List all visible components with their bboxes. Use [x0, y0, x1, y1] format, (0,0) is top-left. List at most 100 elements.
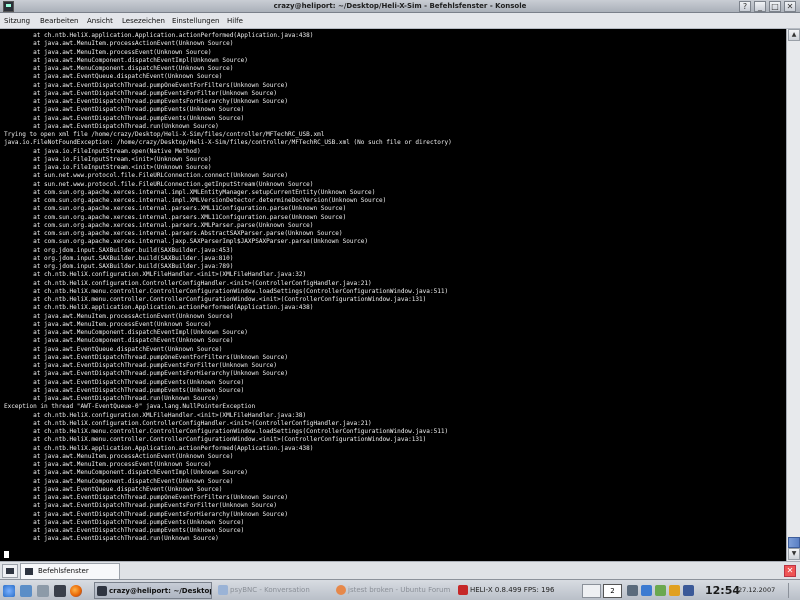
menu-sitzung[interactable]: Sitzung [4, 13, 30, 29]
terminal-line: at java.awt.EventDispatchThread.pumpEven… [4, 518, 245, 526]
desktop-icon[interactable] [20, 585, 32, 597]
terminal-line: at java.awt.EventDispatchThread.pumpOneE… [4, 353, 288, 361]
terminal-line: at java.awt.MenuComponent.dispatchEventI… [4, 469, 248, 477]
terminal-line: at sun.net.www.protocol.file.FileURLConn… [4, 172, 288, 180]
terminal-line: at ch.ntb.HeliX.menu.controller.Controll… [4, 296, 427, 303]
tab-befehlsfenster[interactable]: Befehlsfenster [20, 563, 120, 579]
clock-date[interactable]: 27.12.2007 [738, 581, 775, 600]
terminal-line: at sun.net.www.protocol.file.FileURLConn… [4, 180, 314, 188]
menu-lesezeichen[interactable]: Lesezeichen [122, 13, 165, 29]
terminal-line: at com.sun.org.apache.xerces.internal.pa… [4, 221, 314, 229]
terminal-line: at java.awt.MenuItem.processActionEvent(… [4, 40, 234, 48]
terminal-line: at java.awt.MenuItem.processEvent(Unknow… [4, 320, 212, 328]
taskbar-handle[interactable] [788, 583, 798, 598]
terminal-line: at ch.ntb.HeliX.menu.controller.Controll… [4, 428, 449, 435]
desktop-2[interactable]: 2 [603, 584, 622, 598]
terminal-line: at ch.ntb.HeliX.configuration.XMLFileHan… [4, 411, 307, 419]
terminal-lines: at ch.ntb.HeliX.application.Application.… [0, 29, 786, 544]
terminal-line: at java.awt.MenuComponent.dispatchEvent(… [4, 65, 234, 72]
task-label: HELI-X 0.8.499 FPS: 196 [470, 586, 555, 594]
konsole-launcher-icon[interactable] [54, 585, 66, 597]
terminal-line: at java.awt.EventQueue.dispatchEvent(Unk… [4, 485, 223, 493]
terminal-line: at java.awt.MenuComponent.dispatchEvent(… [4, 477, 234, 485]
chat-icon [218, 585, 228, 595]
terminal-line: at java.awt.EventDispatchThread.pumpEven… [4, 89, 278, 97]
terminal-line: java.io.FileNotFoundException: /home/cra… [4, 139, 452, 147]
terminal-line: at org.jdom.input.SAXBuilder.build(SAXBu… [4, 263, 234, 270]
system-tray [625, 582, 697, 599]
terminal-line: at org.jdom.input.SAXBuilder.build(SAXBu… [4, 254, 234, 262]
terminal-line: at java.awt.EventDispatchThread.pumpOneE… [4, 494, 288, 501]
terminal-line: at ch.ntb.HeliX.application.Application.… [4, 444, 314, 452]
menu-bearbeiten[interactable]: Bearbeiten [40, 13, 78, 29]
task-konversation[interactable]: psyBNC - Konversation [216, 582, 334, 599]
browser-icon [336, 585, 346, 595]
task-label: psyBNC - Konversation [230, 586, 310, 594]
kde-menu-icon[interactable] [3, 585, 15, 597]
clock-time[interactable]: 12:54 [705, 581, 740, 600]
task-label: crazy@heliport: ~/Desktop/He [109, 587, 211, 595]
task-konsole[interactable]: crazy@heliport: ~/Desktop/He [94, 582, 212, 599]
terminal-line: at java.awt.EventQueue.dispatchEvent(Unk… [4, 73, 223, 81]
scroll-thumb[interactable] [788, 537, 800, 548]
terminal-line: at com.sun.org.apache.xerces.internal.ja… [4, 238, 369, 246]
volume-icon[interactable] [669, 585, 680, 596]
new-session-button[interactable] [2, 564, 18, 578]
help-button[interactable]: ? [739, 1, 751, 12]
menu-ansicht[interactable]: Ansicht [87, 13, 113, 29]
terminal-line: at java.awt.EventQueue.dispatchEvent(Unk… [4, 345, 223, 353]
terminal-output[interactable]: at ch.ntb.HeliX.application.Application.… [0, 29, 786, 561]
maximize-button[interactable]: □ [769, 1, 781, 12]
terminal-line: Trying to open xml file /home/crazy/Desk… [4, 131, 325, 138]
terminal-line: at java.awt.EventDispatchThread.run(Unkn… [4, 535, 219, 543]
terminal-line: at java.awt.EventDispatchThread.pumpEven… [4, 510, 288, 518]
network-icon[interactable] [641, 585, 652, 596]
keyboard-icon[interactable] [683, 585, 694, 596]
terminal-line: at com.sun.org.apache.xerces.internal.im… [4, 188, 376, 196]
terminal-line: at com.sun.org.apache.xerces.internal.pa… [4, 230, 343, 237]
terminal-line: at java.awt.EventDispatchThread.run(Unkn… [4, 122, 219, 130]
terminal-line: at java.io.FileInputStream.<init>(Unknow… [4, 155, 212, 163]
tab-label: Befehlsfenster [38, 567, 89, 575]
scroll-down-arrow-icon[interactable]: ▼ [788, 548, 800, 560]
home-folder-icon[interactable] [37, 585, 49, 597]
helicopter-icon [458, 585, 468, 595]
terminal-line: at ch.ntb.HeliX.configuration.XMLFileHan… [4, 271, 307, 279]
terminal-line: at ch.ntb.HeliX.configuration.Controller… [4, 279, 372, 287]
title-bar[interactable]: crazy@heliport: ~/Desktop/Heli-X-Sim - B… [0, 0, 800, 13]
update-icon[interactable] [655, 585, 666, 596]
menu-einstellungen[interactable]: Einstellungen [172, 13, 219, 29]
firefox-icon[interactable] [70, 585, 82, 597]
close-session-button[interactable]: ✕ [784, 565, 796, 577]
desktop-1[interactable] [582, 584, 601, 598]
scroll-up-arrow-icon[interactable]: ▲ [788, 29, 800, 41]
terminal-line: at java.awt.EventDispatchThread.pumpOneE… [4, 81, 288, 89]
terminal-line: at ch.ntb.HeliX.menu.controller.Controll… [4, 287, 449, 295]
clipboard-icon[interactable] [627, 585, 638, 596]
terminal-line: at ch.ntb.HeliX.application.Application.… [4, 304, 314, 312]
terminal-line: at java.awt.MenuItem.processEvent(Unknow… [4, 48, 212, 56]
terminal-line: at java.awt.EventDispatchThread.pumpEven… [4, 502, 278, 510]
minimize-button[interactable]: _ [754, 1, 766, 12]
terminal-line: at java.awt.EventDispatchThread.run(Unkn… [4, 395, 219, 402]
close-button[interactable]: ✕ [784, 1, 796, 12]
terminal-line: at ch.ntb.HeliX.menu.controller.Controll… [4, 436, 427, 444]
terminal-line: at java.awt.MenuComponent.dispatchEventI… [4, 56, 248, 64]
terminal-line: at org.jdom.input.SAXBuilder.build(SAXBu… [4, 246, 234, 254]
session-tab-bar: Befehlsfenster ✕ [0, 561, 800, 579]
terminal-line: at java.awt.EventDispatchThread.pumpEven… [4, 370, 288, 378]
terminal-line: at java.io.FileInputStream.<init>(Unknow… [4, 164, 212, 171]
terminal-line: at com.sun.org.apache.xerces.internal.pa… [4, 213, 347, 221]
desktop-pager[interactable]: 2 [582, 584, 622, 598]
terminal-line: at java.awt.MenuItem.processActionEvent(… [4, 452, 234, 460]
task-heli-x[interactable]: HELI-X 0.8.499 FPS: 196 [456, 582, 576, 599]
terminal-icon [6, 568, 14, 574]
terminal-line: at ch.ntb.HeliX.application.Application.… [4, 32, 314, 39]
menu-hilfe[interactable]: Hilfe [227, 13, 243, 29]
taskbar: crazy@heliport: ~/Desktop/He psyBNC - Ko… [0, 579, 800, 600]
terminal-line: at java.io.FileInputStream.open(Native M… [4, 147, 201, 155]
task-ubuntu-forum[interactable]: jstest broken - Ubuntu Forum [334, 582, 456, 599]
vertical-scrollbar[interactable]: ▲ ▼ [786, 29, 800, 561]
window-title: crazy@heliport: ~/Desktop/Heli-X-Sim - B… [273, 2, 527, 10]
terminal-line: at ch.ntb.HeliX.configuration.Controller… [4, 419, 372, 427]
